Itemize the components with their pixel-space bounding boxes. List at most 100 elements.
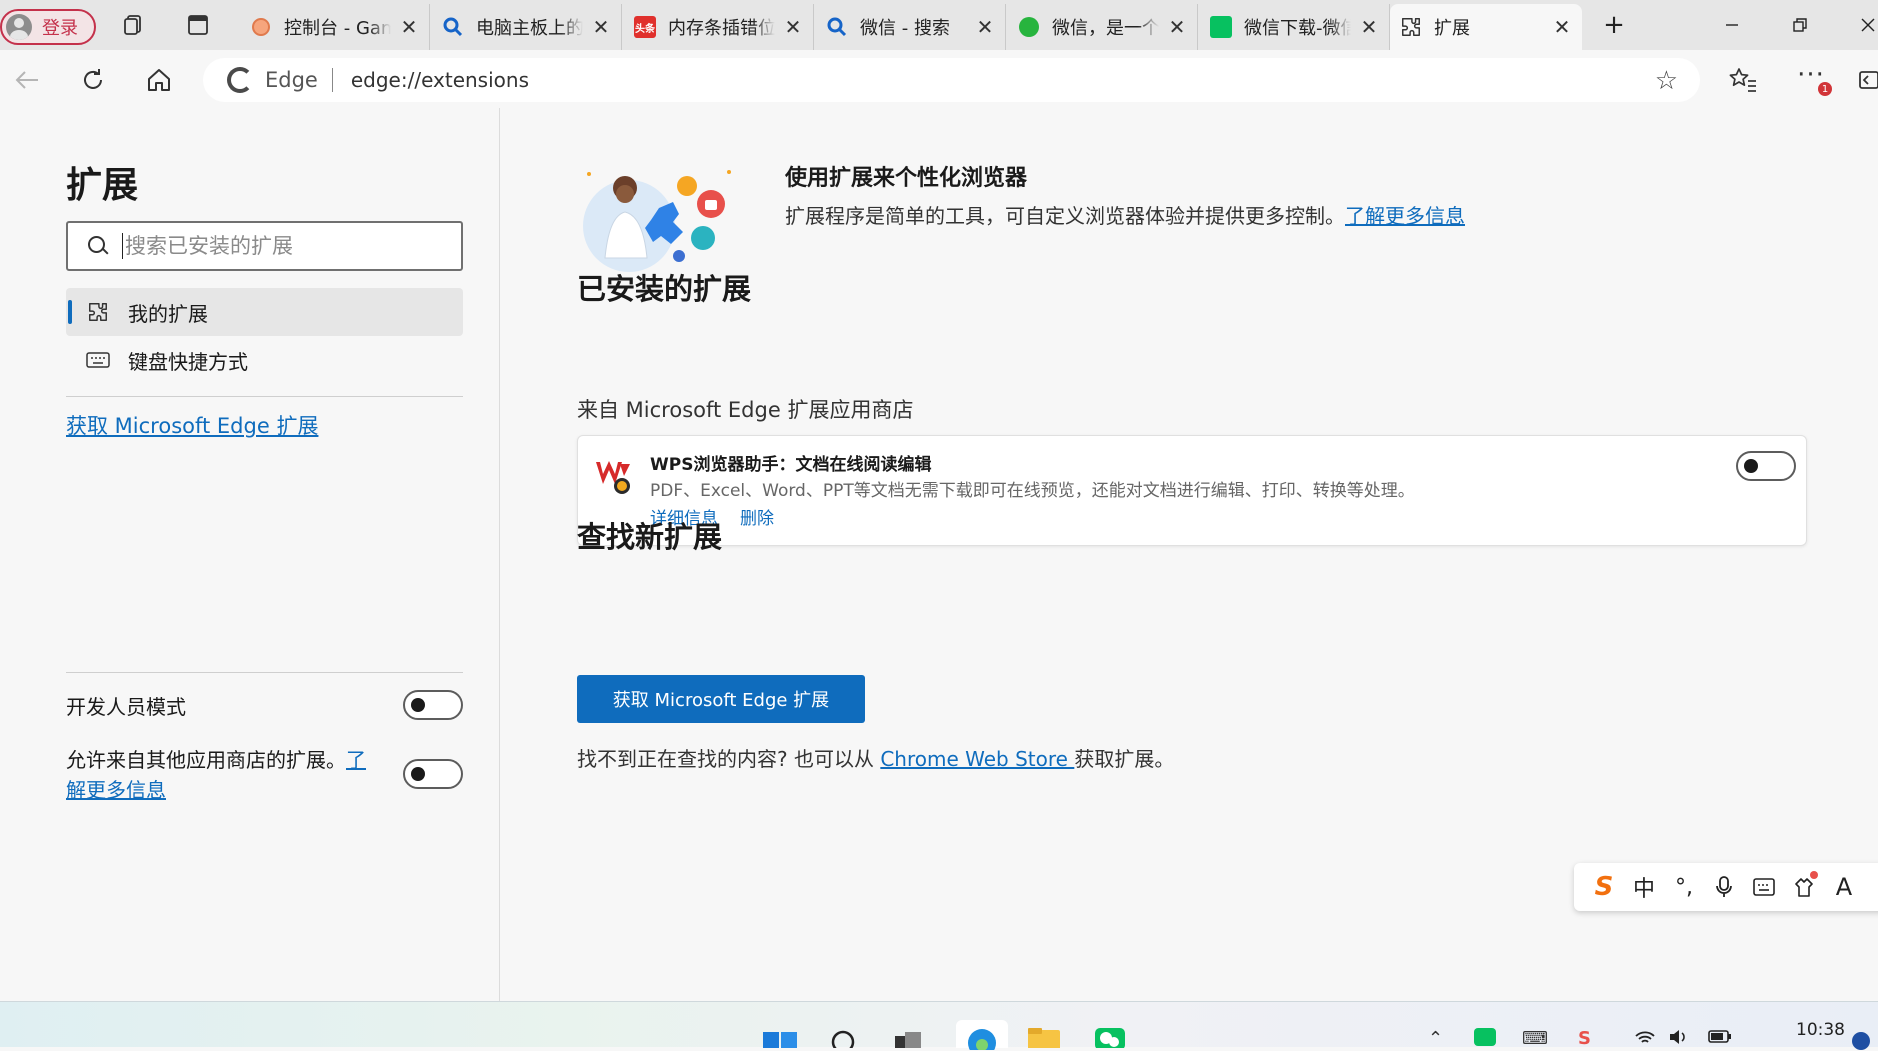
skin-icon[interactable] bbox=[1784, 867, 1824, 907]
close-icon[interactable]: ✕ bbox=[399, 15, 419, 39]
tab-item[interactable]: 头条 内存条插错位置会怎样 ✕ bbox=[624, 4, 814, 50]
developer-mode-label: 开发人员模式 bbox=[66, 695, 186, 719]
windows-taskbar: ⌃ ⌨ S 10:38 bbox=[0, 1001, 1878, 1050]
get-extensions-button[interactable]: 获取 Microsoft Edge 扩展 bbox=[577, 675, 865, 723]
profile-label: 登录 bbox=[42, 18, 78, 39]
puzzle-icon bbox=[86, 300, 110, 324]
notification-icon[interactable] bbox=[1852, 1032, 1870, 1050]
refresh-button[interactable] bbox=[76, 64, 110, 96]
settings-menu-button[interactable]: ··· 1 bbox=[1794, 60, 1832, 96]
tab-title: 内存条插错位置会怎样 bbox=[668, 18, 775, 39]
close-icon[interactable]: ✕ bbox=[591, 15, 611, 39]
vertical-tabs-icon[interactable] bbox=[184, 12, 212, 38]
punctuation-button[interactable]: °, bbox=[1664, 867, 1704, 907]
ime-toolbar: S 中 °, A bbox=[1574, 863, 1878, 911]
sidebar-item-my-extensions[interactable]: 我的扩展 bbox=[66, 288, 463, 336]
tab-title: 微信，是一个生活方式 bbox=[1052, 18, 1159, 39]
more-tools-icon[interactable]: A bbox=[1824, 867, 1864, 907]
profile-button[interactable]: 登录 bbox=[0, 9, 96, 45]
remove-link[interactable]: 删除 bbox=[740, 504, 774, 529]
keyboard-icon bbox=[86, 348, 110, 372]
chevron-up-icon[interactable]: ⌃ bbox=[1428, 1028, 1443, 1049]
extension-description: PDF、Excel、Word、PPT等文档无需下载即可在线预览，还能对文档进行编… bbox=[650, 481, 1415, 501]
favorite-star-icon[interactable]: ☆ bbox=[1655, 66, 1678, 96]
find-section-title: 查找新扩展 bbox=[577, 520, 723, 554]
wifi-icon[interactable] bbox=[1634, 1028, 1656, 1051]
search-icon bbox=[88, 236, 108, 256]
tab-title: 控制台 - GameGuardian bbox=[284, 18, 391, 39]
task-view-icon[interactable] bbox=[890, 1026, 926, 1050]
developer-mode-toggle[interactable] bbox=[403, 690, 463, 720]
tab-title: 电脑主板上的内存条插槽 bbox=[476, 18, 583, 39]
wechat-favicon-icon bbox=[1018, 16, 1040, 38]
toutiao-favicon-icon: 头条 bbox=[634, 16, 656, 38]
search-icon bbox=[442, 16, 464, 38]
hero-description: 扩展程序是简单的工具，可自定义浏览器体验并提供更多控制。了解更多信息 bbox=[785, 200, 1465, 229]
extension-name: WPS浏览器助手：文档在线阅读编辑 bbox=[650, 455, 932, 475]
extensions-sidebar: 扩展 我的扩展 键盘快捷方式 获取 Microsoft Edge 扩展 开发人员… bbox=[0, 108, 500, 1001]
sidebar-item-keyboard-shortcuts[interactable]: 键盘快捷方式 bbox=[66, 336, 463, 384]
keyboard-icon[interactable] bbox=[1744, 867, 1784, 907]
search-icon bbox=[826, 16, 848, 38]
address-bar[interactable]: Edge edge://extensions ☆ bbox=[203, 58, 1700, 102]
close-icon[interactable]: ✕ bbox=[975, 15, 995, 39]
peach-favicon-icon bbox=[250, 16, 272, 38]
favorites-button[interactable] bbox=[1726, 64, 1760, 96]
get-extensions-link[interactable]: 获取 Microsoft Edge 扩展 bbox=[66, 410, 318, 440]
search-icon[interactable] bbox=[826, 1026, 862, 1050]
tab-item[interactable]: 微信，是一个生活方式 ✕ bbox=[1008, 4, 1198, 50]
sogou-tray-icon[interactable]: S bbox=[1578, 1028, 1591, 1049]
site-label: Edge bbox=[265, 68, 318, 92]
edge-taskbar-icon[interactable] bbox=[956, 1020, 1008, 1050]
search-box[interactable] bbox=[66, 221, 463, 271]
new-tab-button[interactable]: + bbox=[1594, 10, 1634, 40]
divider bbox=[66, 672, 463, 673]
wechat-favicon-icon bbox=[1210, 16, 1232, 38]
tab-item[interactable]: 电脑主板上的内存条插槽 ✕ bbox=[432, 4, 622, 50]
learn-more-link[interactable]: 了 bbox=[346, 748, 366, 772]
tab-item-active[interactable]: 扩展 ✕ bbox=[1390, 4, 1582, 50]
allow-other-stores-toggle[interactable] bbox=[403, 759, 463, 789]
wechat-taskbar-icon[interactable] bbox=[1092, 1026, 1128, 1050]
tab-item[interactable]: 微信 - 搜索 ✕ bbox=[816, 4, 1006, 50]
microphone-icon[interactable] bbox=[1704, 867, 1744, 907]
search-input[interactable] bbox=[122, 233, 442, 259]
extension-card: WPS浏览器助手：文档在线阅读编辑 PDF、Excel、Word、PPT等文档无… bbox=[577, 435, 1807, 546]
sidebar-item-label: 我的扩展 bbox=[128, 301, 208, 326]
close-icon[interactable]: ✕ bbox=[1167, 15, 1187, 39]
sogou-logo-icon[interactable]: S bbox=[1584, 867, 1624, 907]
back-button[interactable] bbox=[10, 64, 44, 96]
home-button[interactable] bbox=[142, 64, 176, 96]
sidebar-toggle-button[interactable] bbox=[1852, 64, 1878, 96]
workspaces-icon[interactable] bbox=[120, 12, 148, 38]
volume-icon[interactable] bbox=[1668, 1028, 1688, 1051]
battery-icon[interactable] bbox=[1708, 1028, 1732, 1049]
close-icon[interactable]: ✕ bbox=[1552, 15, 1572, 39]
url-text[interactable]: edge://extensions bbox=[351, 68, 529, 92]
hero-title: 使用扩展来个性化浏览器 bbox=[785, 166, 1028, 191]
avatar-icon bbox=[6, 14, 32, 40]
clock-time[interactable]: 10:38 bbox=[1796, 1020, 1845, 1040]
find-more-text: 找不到正在查找的内容? 也可以从 Chrome Web Store 获取扩展。 bbox=[577, 743, 1174, 772]
chrome-web-store-link[interactable]: Chrome Web Store bbox=[880, 747, 1074, 771]
learn-more-link[interactable]: 了解更多信息 bbox=[1345, 204, 1465, 228]
restore-button[interactable] bbox=[1780, 10, 1820, 40]
minimize-button[interactable] bbox=[1712, 10, 1752, 40]
ime-mode-button[interactable]: 中 bbox=[1624, 867, 1664, 907]
find-text-before: 找不到正在查找的内容? 也可以从 bbox=[577, 747, 881, 771]
tab-title: 微信下载-微信官方 bbox=[1244, 18, 1351, 39]
divider bbox=[331, 68, 333, 92]
close-window-button[interactable] bbox=[1848, 10, 1878, 40]
ime-tray-icon[interactable]: ⌨ bbox=[1522, 1028, 1548, 1049]
installed-section-title: 已安装的扩展 bbox=[577, 272, 752, 306]
close-icon[interactable]: ✕ bbox=[1359, 15, 1379, 39]
tab-item[interactable]: 控制台 - GameGuardian ✕ bbox=[240, 4, 430, 50]
tab-item[interactable]: 微信下载-微信官方 ✕ bbox=[1200, 4, 1390, 50]
start-icon[interactable] bbox=[762, 1026, 798, 1050]
store-source-label: 来自 Microsoft Edge 扩展应用商店 bbox=[577, 398, 914, 422]
learn-more-link[interactable]: 解更多信息 bbox=[66, 778, 166, 802]
extension-enable-toggle[interactable] bbox=[1736, 451, 1796, 481]
close-icon[interactable]: ✕ bbox=[783, 15, 803, 39]
file-explorer-icon[interactable] bbox=[1026, 1026, 1062, 1050]
wechat-tray-icon[interactable] bbox=[1474, 1028, 1496, 1046]
